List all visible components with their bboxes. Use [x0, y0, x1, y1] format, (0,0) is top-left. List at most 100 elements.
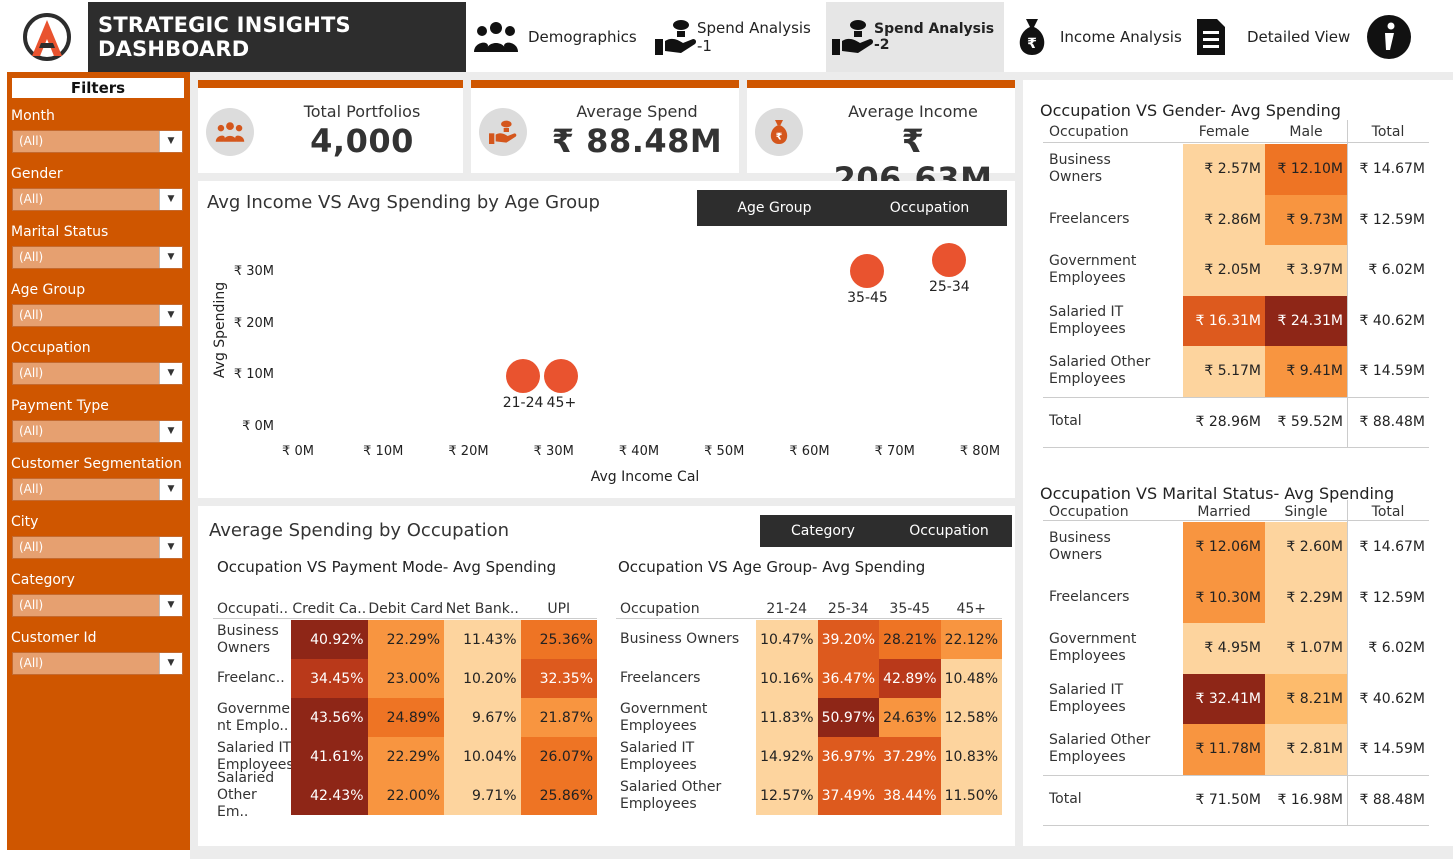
- heatmap-cell[interactable]: ₹ 2.60M: [1265, 522, 1347, 573]
- chevron-down-icon[interactable]: ▼: [159, 189, 182, 210]
- heatmap-cell[interactable]: 37.29%: [879, 737, 941, 776]
- toggle-age-group[interactable]: Age Group: [697, 200, 852, 216]
- heatmap-cell[interactable]: ₹ 9.73M: [1265, 194, 1347, 245]
- filter-dropdown[interactable]: (All) ▼: [12, 478, 183, 501]
- filter-dropdown[interactable]: (All) ▼: [12, 246, 183, 269]
- heatmap-cell[interactable]: ₹ 2.81M: [1265, 724, 1347, 775]
- filter-dropdown[interactable]: (All) ▼: [12, 304, 183, 327]
- heatmap-cell[interactable]: 10.48%: [940, 659, 1002, 698]
- heatmap-cell[interactable]: ₹ 2.29M: [1265, 572, 1347, 623]
- heatmap-cell[interactable]: 40.92%: [291, 620, 368, 659]
- heatmap-cell[interactable]: 43.56%: [291, 698, 368, 737]
- tab-label: Detailed View: [1247, 28, 1351, 46]
- filter-dropdown[interactable]: (All) ▼: [12, 362, 183, 385]
- heatmap-cell[interactable]: 12.58%: [940, 698, 1002, 737]
- heatmap-cell[interactable]: 32.35%: [520, 659, 597, 698]
- heatmap-cell[interactable]: 9.67%: [444, 698, 521, 737]
- row-label: Salaried IT Employees: [1049, 681, 1126, 715]
- chevron-down-icon[interactable]: ▼: [159, 131, 182, 152]
- heatmap-cell[interactable]: 28.21%: [879, 620, 941, 659]
- heatmap-cell[interactable]: 12.57%: [756, 776, 818, 815]
- filter-dropdown[interactable]: (All) ▼: [12, 594, 183, 617]
- heatmap-cell[interactable]: ₹ 16.31M: [1183, 295, 1265, 346]
- chevron-down-icon[interactable]: ▼: [159, 537, 182, 558]
- filter-dropdown[interactable]: (All) ▼: [12, 536, 183, 559]
- heatmap-cell[interactable]: 42.43%: [291, 776, 368, 815]
- filter-dropdown[interactable]: (All) ▼: [12, 420, 183, 443]
- heatmap-cell[interactable]: ₹ 1.07M: [1265, 623, 1347, 674]
- heatmap-cell[interactable]: 25.36%: [520, 620, 597, 659]
- row-label: Salaried IT Employees: [620, 739, 697, 773]
- heatmap-cell[interactable]: ₹ 11.78M: [1183, 724, 1265, 775]
- tab-spend-analysis-2[interactable]: Spend Analysis -2: [826, 2, 1004, 72]
- heatmap-cell[interactable]: 50.97%: [817, 698, 879, 737]
- heatmap-cell[interactable]: ₹ 2.05M: [1183, 245, 1265, 296]
- heatmap-cell[interactable]: ₹ 3.97M: [1265, 245, 1347, 296]
- toggle-occupation[interactable]: Occupation: [852, 200, 1007, 216]
- heatmap-cell[interactable]: 9.71%: [444, 776, 521, 815]
- heatmap-cell[interactable]: ₹ 32.41M: [1183, 673, 1265, 724]
- heatmap-cell[interactable]: 10.16%: [756, 659, 818, 698]
- heatmap-cell[interactable]: 41.61%: [291, 737, 368, 776]
- chevron-down-icon[interactable]: ▼: [159, 595, 182, 616]
- heatmap-cell[interactable]: ₹ 8.21M: [1265, 673, 1347, 724]
- kpi-card-average-spend: Average Spend ₹ 88.48M: [471, 88, 739, 173]
- heatmap-cell[interactable]: 10.83%: [940, 737, 1002, 776]
- occupation-dimension-toggle: Category Occupation: [760, 515, 1012, 547]
- heatmap-cell[interactable]: 10.04%: [444, 737, 521, 776]
- hand-coin-icon: [832, 20, 874, 55]
- table-divider: [213, 618, 597, 619]
- heatmap-cell[interactable]: 37.49%: [817, 776, 879, 815]
- heatmap-cell[interactable]: ₹ 5.17M: [1183, 346, 1265, 397]
- chevron-down-icon[interactable]: ▼: [159, 653, 182, 674]
- heatmap-cell[interactable]: 14.92%: [756, 737, 818, 776]
- heatmap-cell[interactable]: ₹ 12.06M: [1183, 522, 1265, 573]
- heatmap-cell[interactable]: 22.00%: [367, 776, 444, 815]
- heatmap-cell[interactable]: 24.89%: [367, 698, 444, 737]
- heatmap-cell[interactable]: 23.00%: [367, 659, 444, 698]
- filter-value: (All): [19, 250, 44, 264]
- chevron-down-icon[interactable]: ▼: [159, 363, 182, 384]
- heatmap-cell[interactable]: 36.97%: [817, 737, 879, 776]
- heatmap-cell[interactable]: 24.63%: [879, 698, 941, 737]
- heatmap-cell[interactable]: ₹ 10.30M: [1183, 572, 1265, 623]
- toggle-occupation[interactable]: Occupation: [886, 523, 1012, 539]
- heatmap-cell[interactable]: ₹ 9.41M: [1265, 346, 1347, 397]
- heatmap-cell[interactable]: 38.44%: [879, 776, 941, 815]
- heatmap-cell[interactable]: 10.20%: [444, 659, 521, 698]
- chevron-down-icon[interactable]: ▼: [159, 421, 182, 442]
- heatmap-cell[interactable]: 11.50%: [940, 776, 1002, 815]
- heatmap-cell[interactable]: 39.20%: [817, 620, 879, 659]
- heatmap-cell[interactable]: 22.29%: [367, 620, 444, 659]
- filter-dropdown[interactable]: (All) ▼: [12, 130, 183, 153]
- tab-info[interactable]: [1366, 2, 1416, 72]
- heatmap-cell[interactable]: 34.45%: [291, 659, 368, 698]
- tab-detailed-view[interactable]: Detailed View: [1195, 2, 1360, 72]
- heatmap-cell[interactable]: ₹ 2.57M: [1183, 144, 1265, 195]
- heatmap-cell[interactable]: 11.43%: [444, 620, 521, 659]
- heatmap-cell[interactable]: 36.47%: [817, 659, 879, 698]
- tab-income-analysis[interactable]: ₹ Income Analysis: [1014, 2, 1184, 72]
- filter-dropdown[interactable]: (All) ▼: [12, 188, 183, 211]
- heatmap-cell[interactable]: 22.12%: [940, 620, 1002, 659]
- chevron-down-icon[interactable]: ▼: [159, 305, 182, 326]
- heatmap-cell[interactable]: ₹ 2.86M: [1183, 194, 1265, 245]
- heatmap-cell[interactable]: 26.07%: [520, 737, 597, 776]
- heatmap-cell[interactable]: 42.89%: [879, 659, 941, 698]
- heatmap-cell[interactable]: 10.47%: [756, 620, 818, 659]
- heatmap-cell[interactable]: 21.87%: [520, 698, 597, 737]
- chevron-down-icon[interactable]: ▼: [159, 479, 182, 500]
- toggle-category[interactable]: Category: [760, 523, 886, 539]
- heatmap-cell[interactable]: ₹ 24.31M: [1265, 295, 1347, 346]
- scatter-point[interactable]: [932, 242, 967, 277]
- tab-demographics[interactable]: Demographics: [474, 2, 654, 72]
- heatmap-cell[interactable]: ₹ 12.10M: [1265, 144, 1347, 195]
- chevron-down-icon[interactable]: ▼: [159, 247, 182, 268]
- kpi-value: 4,000: [310, 122, 414, 160]
- filter-dropdown[interactable]: (All) ▼: [12, 652, 183, 675]
- heatmap-cell[interactable]: 11.83%: [756, 698, 818, 737]
- tab-spend-analysis-1[interactable]: Spend Analysis -1: [655, 2, 825, 72]
- heatmap-cell[interactable]: ₹ 4.95M: [1183, 623, 1265, 674]
- heatmap-cell[interactable]: 22.29%: [367, 737, 444, 776]
- heatmap-cell[interactable]: 25.86%: [520, 776, 597, 815]
